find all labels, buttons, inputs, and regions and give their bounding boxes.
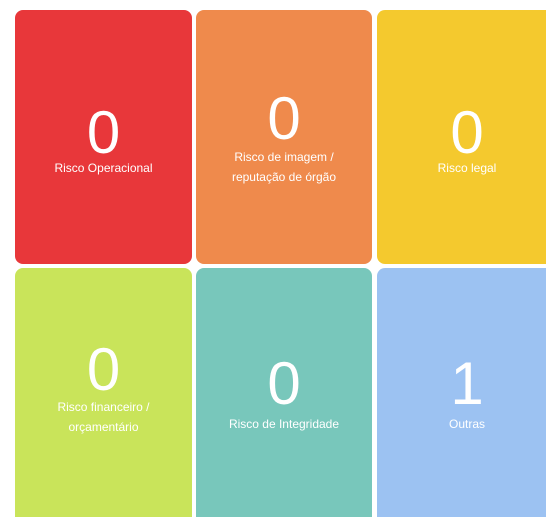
risk-label-line: Risco de imagem /	[234, 150, 334, 164]
risk-label: Risco de Integridade	[228, 417, 340, 431]
risk-count: 0	[267, 350, 301, 417]
risk-card-outras[interactable]: 1 Outras	[377, 268, 546, 517]
risk-count: 0	[86, 99, 121, 166]
risk-count: 1	[450, 350, 484, 417]
risk-label: Risco financeiro / orçamentário	[21, 397, 186, 437]
risk-count: 0	[267, 85, 301, 152]
risk-label: Risco legal	[437, 161, 497, 175]
risk-card-financeiro-orcamentario[interactable]: 0 Risco financeiro / orçamentário	[15, 268, 192, 517]
risk-count: 0	[450, 99, 484, 166]
risk-label: Risco de imagem / reputação de órgão	[202, 147, 366, 187]
risk-count: 0	[86, 336, 121, 403]
risk-card-integridade[interactable]: 0 Risco de Integridade	[196, 268, 372, 517]
risk-label-line: Risco financeiro /	[57, 400, 150, 414]
risk-label: Risco Operacional	[54, 161, 153, 175]
risk-label-line: orçamentário	[68, 420, 139, 434]
risk-label: Outras	[448, 417, 485, 431]
risk-card-imagem-reputacao[interactable]: 0 Risco de imagem / reputação de órgão	[196, 10, 372, 264]
risk-card-operacional[interactable]: 0 Risco Operacional	[15, 10, 192, 264]
risk-card-legal[interactable]: 0 Risco legal	[377, 10, 546, 264]
risk-label-line: reputação de órgão	[231, 170, 337, 184]
risk-category-grid: 0 Risco Operacional 0 Risco de imagem / …	[0, 0, 546, 517]
